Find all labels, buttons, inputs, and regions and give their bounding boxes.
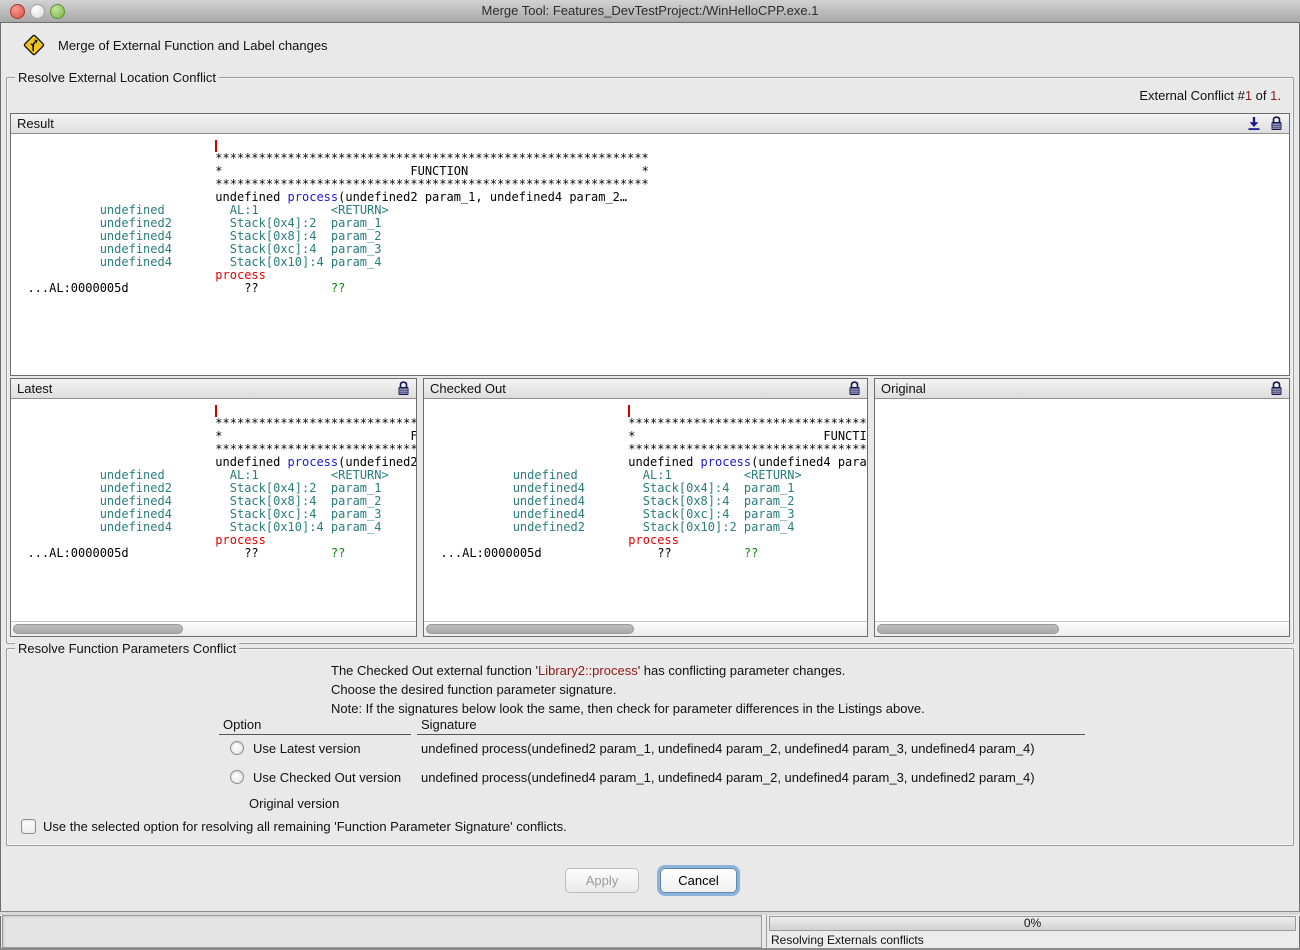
counter-of: of (1252, 88, 1270, 103)
scrollbar-thumb[interactable] (426, 624, 634, 634)
info-line-1: The Checked Out external function 'Libra… (331, 661, 925, 680)
use-for-all-checkbox[interactable] (21, 819, 36, 834)
merge-header-label: Merge of External Function and Label cha… (58, 38, 328, 53)
counter-prefix: External Conflict # (1139, 88, 1245, 103)
signature-header-underline (417, 734, 1085, 735)
checked-out-horizontal-scrollbar[interactable] (424, 621, 867, 636)
window-title: Merge Tool: Features_DevTestProject:/Win… (0, 3, 1300, 18)
conflicting-function-name: Library2::process (538, 663, 638, 678)
scrollbar-thumb[interactable] (877, 624, 1059, 634)
original-horizontal-scrollbar[interactable] (875, 621, 1289, 636)
latest-listing[interactable]: ****************************************… (11, 399, 416, 621)
signature-column-header: Signature (421, 717, 477, 732)
progress-bar: 0% (769, 916, 1296, 931)
use-checked-out-version-label[interactable]: Use Checked Out version (253, 770, 401, 785)
counter-period: . (1277, 88, 1281, 103)
info-line-3: Note: If the signatures below look the s… (331, 699, 925, 718)
original-panel: Original (874, 378, 1290, 637)
use-checked-out-version-radio[interactable] (230, 770, 244, 784)
counter-current: 1 (1245, 88, 1252, 103)
info-line-2: Choose the desired function parameter si… (331, 680, 925, 699)
status-message-area (2, 915, 762, 948)
external-conflict-counter: External Conflict #1 of 1. (1139, 88, 1281, 103)
result-panel-header: Result (11, 114, 1289, 134)
original-version-label: Original version (249, 796, 339, 811)
latest-signature: undefined process(undefined2 param_1, un… (421, 741, 1035, 756)
resolve-function-parameters-conflict-group: Resolve Function Parameters Conflict The… (6, 648, 1294, 846)
use-for-all-row: Use the selected option for resolving al… (21, 819, 567, 834)
scrollbar-thumb[interactable] (13, 624, 183, 634)
titlebar: Merge Tool: Features_DevTestProject:/Win… (0, 0, 1300, 23)
original-listing[interactable] (875, 399, 1289, 621)
lock-icon[interactable] (848, 381, 861, 396)
use-for-all-label[interactable]: Use the selected option for resolving al… (43, 819, 567, 834)
info-line1-pre: The Checked Out external function ' (331, 663, 538, 678)
progress-message: Resolving Externals conflicts (771, 933, 924, 947)
merge-road-sign-icon (22, 33, 46, 57)
latest-panel-title: Latest (17, 381, 397, 396)
group-params-title: Resolve Function Parameters Conflict (15, 641, 239, 656)
original-panel-title: Original (881, 381, 1270, 396)
checked-out-signature: undefined process(undefined4 param_1, un… (421, 770, 1035, 785)
option-column-header: Option (223, 717, 261, 732)
result-panel: Result (10, 113, 1290, 376)
use-latest-version-radio[interactable] (230, 741, 244, 755)
checked-out-listing[interactable]: ****************************************… (424, 399, 867, 621)
result-panel-title: Result (17, 116, 1247, 131)
merge-header: Merge of External Function and Label cha… (22, 33, 328, 57)
use-latest-version-label[interactable]: Use Latest version (253, 741, 361, 756)
apply-button[interactable]: Apply (565, 868, 639, 893)
cancel-button[interactable]: Cancel (660, 868, 737, 893)
original-panel-header: Original (875, 379, 1289, 399)
option-header-underline (219, 734, 411, 735)
result-listing[interactable]: ****************************************… (11, 134, 1289, 375)
checked-out-panel-title: Checked Out (430, 381, 848, 396)
merge-tool-window: { "window": { "title": "Merge Tool: Feat… (0, 0, 1300, 950)
lock-icon[interactable] (1270, 381, 1283, 396)
info-line1-post: ' has conflicting parameter changes. (638, 663, 846, 678)
latest-panel: Latest *********************************… (10, 378, 417, 637)
checked-out-panel-header: Checked Out (424, 379, 867, 399)
conflict-info-text: The Checked Out external function 'Libra… (331, 661, 925, 718)
lock-icon[interactable] (1270, 116, 1283, 131)
lock-icon[interactable] (397, 381, 410, 396)
save-down-arrow-icon[interactable] (1247, 116, 1261, 131)
progress-area: 0% Resolving Externals conflicts (766, 915, 1298, 948)
checked-out-panel: Checked Out ****************************… (423, 378, 868, 637)
latest-panel-header: Latest (11, 379, 416, 399)
latest-horizontal-scrollbar[interactable] (11, 621, 416, 636)
group-location-title: Resolve External Location Conflict (15, 70, 219, 85)
